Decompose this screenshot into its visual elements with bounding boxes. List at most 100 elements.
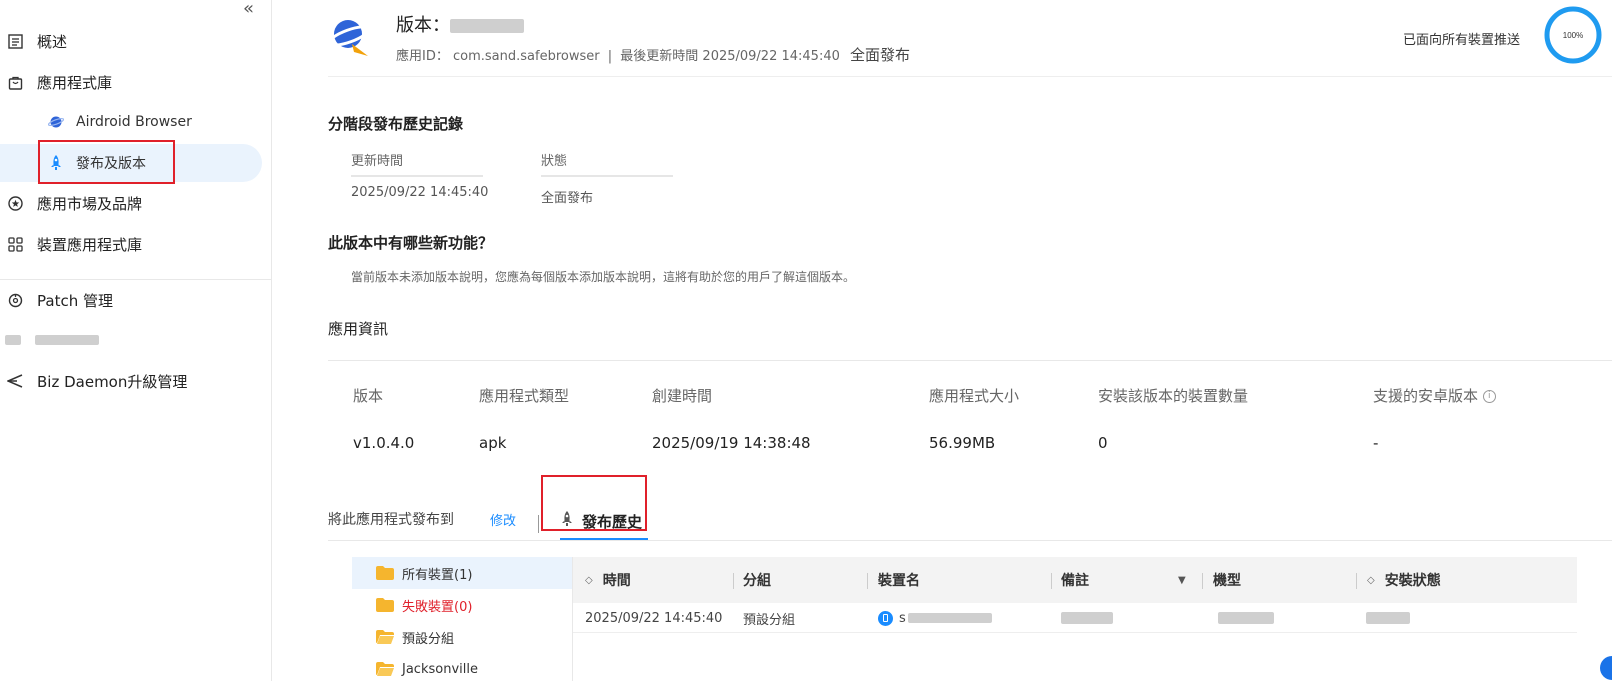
sidebar-item-app-library[interactable]: 應用程式庫 <box>0 63 112 101</box>
release-status: 全面發布 <box>850 46 911 64</box>
version-prefix: 版本： <box>396 15 450 36</box>
folder-icon <box>376 598 394 612</box>
main-content: 版本： 應用ID： com.sand.safebrowser | 最後更新時間 … <box>296 0 1612 681</box>
column-separator <box>733 573 734 589</box>
whats-new-note: 當前版本未添加版本說明，您應為每個版本添加版本說明，這將有助於您的用戶了解這個版… <box>351 270 856 284</box>
sidebar-item-device-app-library[interactable]: 裝置應用程式庫 <box>0 225 142 263</box>
info-value-android-version: - <box>1373 434 1379 452</box>
sidebar-item-label: 應用程式庫 <box>37 73 113 92</box>
info-header-device-count: 安裝該版本的裝置數量 <box>1098 387 1249 405</box>
redacted-label <box>35 335 99 345</box>
history-table-header: ◇ 時間 分組 裝置名 備註 ▼ 機型 ◇ 安裝狀態 <box>573 557 1577 603</box>
device-name-redacted <box>907 613 992 623</box>
cell-device-name[interactable]: s <box>878 603 992 633</box>
last-update-label: 最後更新時間 <box>620 49 699 64</box>
staged-col-status: 狀態 <box>541 150 673 177</box>
column-separator <box>1202 573 1203 589</box>
status-redacted <box>1366 612 1410 624</box>
column-header-model[interactable]: 機型 <box>1213 557 1241 603</box>
tab-separator <box>538 515 539 533</box>
tab-release-history[interactable]: 發布歷史 <box>560 505 642 537</box>
column-header-install-status[interactable]: ◇ 安裝狀態 <box>1367 557 1441 603</box>
info-value-device-count: 0 <box>1098 434 1108 452</box>
sidebar-item-biz-daemon[interactable]: Biz Daemon升級管理 <box>0 362 187 400</box>
sidebar-item-overview[interactable]: 概述 <box>0 22 67 60</box>
send-icon <box>7 373 23 389</box>
collapse-sidebar-icon[interactable]: « <box>243 0 254 18</box>
sidebar-item-airdroid-browser[interactable]: Airdroid Browser <box>0 103 192 141</box>
rocket-icon <box>48 155 64 171</box>
redacted-icon <box>5 335 21 345</box>
tree-item-all-devices[interactable]: 所有裝置(1) <box>352 557 572 589</box>
sidebar-item-release-versions[interactable]: 發布及版本 <box>0 144 262 182</box>
app-planet-icon <box>48 114 64 130</box>
cell-time: 2025/09/22 14:45:40 <box>585 610 723 626</box>
device-icon <box>878 610 893 626</box>
sort-icon: ◇ <box>585 574 593 586</box>
info-header-size: 應用程式大小 <box>929 387 1020 405</box>
whats-new-title: 此版本中有哪些新功能？ <box>328 234 494 252</box>
tree-item-failed-devices[interactable]: 失敗裝置(0) <box>352 589 572 621</box>
sidebar-item-patch-management[interactable]: Patch 管理 <box>0 281 113 319</box>
info-value-created: 2025/09/19 14:38:48 <box>652 434 811 452</box>
last-update-time: 2025/09/22 14:45:40 <box>702 49 840 64</box>
column-separator <box>867 573 868 589</box>
info-value-size: 56.99MB <box>929 434 996 452</box>
sidebar-item-redacted[interactable] <box>0 321 99 359</box>
column-separator <box>1051 573 1052 589</box>
folder-open-icon <box>376 630 394 644</box>
staged-col-update-time: 更新時間 <box>351 150 483 177</box>
app-info-divider <box>328 360 1612 361</box>
version-meta: 應用ID： com.sand.safebrowser | 最後更新時間 2025… <box>396 44 910 65</box>
sidebar-item-app-market-brand[interactable]: 應用市場及品牌 <box>0 184 142 222</box>
table-row[interactable]: 2025/09/22 14:45:40 預設分組 s <box>573 603 1577 633</box>
staged-row-time: 2025/09/22 14:45:40 <box>351 185 489 200</box>
edit-link[interactable]: 修改 <box>490 510 516 529</box>
sidebar-item-label: 發布及版本 <box>76 156 146 172</box>
filter-icon[interactable]: ▼ <box>1178 557 1186 603</box>
cell-remarks <box>1061 603 1113 633</box>
sidebar-item-label: Biz Daemon升級管理 <box>37 372 188 391</box>
sidebar-item-label: Patch 管理 <box>37 291 113 310</box>
meta-separator: | <box>607 49 613 64</box>
tree-item-label: Jacksonville <box>402 661 478 677</box>
cell-install-status <box>1366 603 1410 633</box>
tab-label: 發布歷史 <box>582 512 643 531</box>
info-circle-icon[interactable]: i <box>1482 390 1496 403</box>
column-separator <box>1356 573 1357 589</box>
app-logo-icon <box>327 14 372 58</box>
info-value-version: v1.0.4.0 <box>353 434 415 452</box>
info-header-type: 應用程式類型 <box>479 387 570 405</box>
bag-icon <box>7 74 23 90</box>
column-header-remarks[interactable]: 備註 <box>1061 557 1089 603</box>
grid-icon <box>7 236 23 252</box>
app-id-label: 應用ID： <box>396 49 449 64</box>
folder-open-icon <box>376 662 394 676</box>
push-status-text: 已面向所有裝置推送 <box>1403 33 1521 48</box>
column-header-group[interactable]: 分組 <box>743 557 771 603</box>
tree-item-label: 預設分組 <box>402 631 455 647</box>
info-header-android-version-label: 支援的安卓版本 <box>1373 387 1479 405</box>
column-header-time[interactable]: ◇ 時間 <box>585 557 631 603</box>
staged-row-status: 全面發布 <box>541 191 594 206</box>
version-title: 版本： <box>396 11 524 37</box>
app-info-title: 應用資訊 <box>328 320 389 338</box>
device-name-prefix: s <box>899 610 906 626</box>
progress-ring: 100% <box>1543 5 1603 65</box>
patch-icon <box>7 292 23 308</box>
sidebar-item-label: 概述 <box>37 32 68 51</box>
star-circle-icon <box>7 195 23 211</box>
remarks-redacted <box>1061 612 1113 624</box>
app-id: com.sand.safebrowser <box>453 49 600 64</box>
tree-item-default-group[interactable]: 預設分組 <box>352 621 572 653</box>
sidebar-item-label: Airdroid Browser <box>76 114 192 130</box>
rocket-icon <box>560 511 574 531</box>
tree-item-jacksonville[interactable]: Jacksonville <box>352 653 572 681</box>
tree-item-label: 所有裝置(1) <box>402 567 473 583</box>
column-header-device-name[interactable]: 裝置名 <box>878 557 920 603</box>
tree-item-label: 失敗裝置(0) <box>402 599 473 615</box>
header-divider <box>328 76 1612 77</box>
sidebar-divider <box>0 279 272 280</box>
model-redacted <box>1218 612 1274 624</box>
cell-model <box>1218 603 1274 633</box>
